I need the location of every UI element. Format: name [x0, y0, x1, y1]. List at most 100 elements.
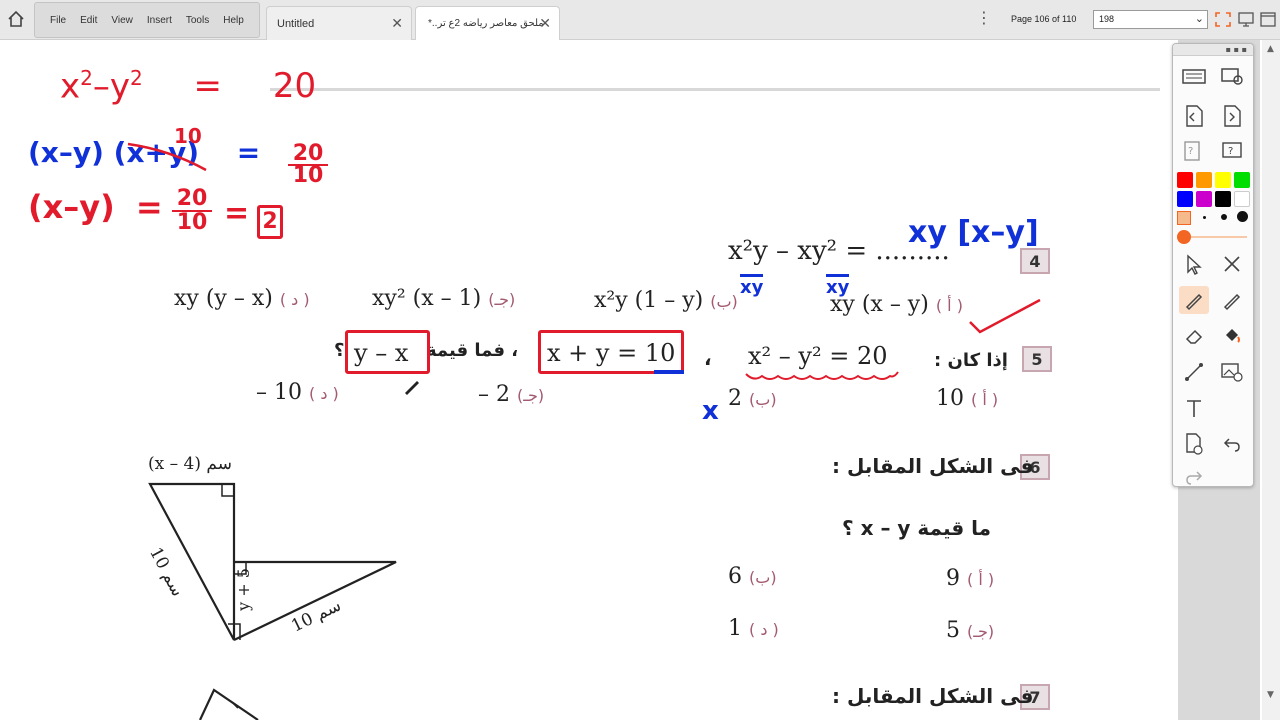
text-tool[interactable]: [1179, 394, 1209, 422]
home-icon[interactable]: [6, 9, 26, 29]
fill-tool[interactable]: [1217, 322, 1247, 350]
hw-denominator: 10: [172, 210, 212, 234]
pen-size-large[interactable]: [1237, 211, 1248, 222]
option-value: x²y (1 – y): [594, 288, 704, 313]
checkmark-icon: [969, 298, 1041, 334]
svg-text:?: ?: [1228, 146, 1233, 157]
highlighter-icon: [1223, 293, 1241, 311]
screen-tool[interactable]: [1217, 62, 1247, 90]
prev-page-tool[interactable]: [1179, 102, 1209, 130]
option-value: 1: [728, 616, 742, 641]
q4-option-b[interactable]: x²y (1 – y) (ب): [594, 288, 738, 313]
hw-equals: =: [224, 196, 250, 231]
option-value: 6: [728, 564, 742, 589]
color-swatch-purple[interactable]: [1196, 191, 1212, 207]
q6-option-a[interactable]: 9 ( أ ): [946, 566, 994, 591]
option-value: xy² (x – 1): [372, 286, 482, 311]
fullscreen-icon[interactable]: [1214, 11, 1232, 28]
q5-option-c[interactable]: – 2 (جـ): [478, 382, 544, 407]
menu-edit[interactable]: Edit: [80, 15, 97, 26]
menu-bar: File Edit View Insert Tools Help: [34, 2, 260, 38]
hw-y: y: [109, 66, 130, 107]
close-tab-icon[interactable]: ✕: [391, 15, 403, 32]
q6-option-c[interactable]: 5 (جـ): [946, 618, 994, 643]
color-swatch-white[interactable]: [1234, 191, 1250, 207]
hw-cancel-strike: [127, 142, 207, 172]
svg-text:?: ?: [1188, 146, 1193, 157]
color-swatch-yellow[interactable]: [1215, 172, 1231, 188]
q4-option-c[interactable]: xy² (x – 1) (جـ): [372, 286, 515, 311]
more-options-icon[interactable]: ⋮: [976, 10, 992, 26]
menu-file[interactable]: File: [50, 15, 66, 26]
pen-size-small[interactable]: [1203, 216, 1206, 219]
page-rule: [270, 88, 1160, 91]
color-swatch-green[interactable]: [1234, 172, 1250, 188]
hw-exp: 2: [80, 66, 93, 90]
zoom-value: 198: [1099, 14, 1115, 24]
q5-option-b[interactable]: 2 (ب): [728, 386, 777, 411]
document-next-icon: [1224, 105, 1241, 127]
pen-size-tiny[interactable]: [1177, 211, 1191, 225]
tab-title: *..ملحق معاصر رياضه 2ع تر: [428, 18, 544, 29]
pen-size-medium[interactable]: [1221, 214, 1227, 220]
scroll-up-icon[interactable]: ▲: [1267, 44, 1274, 54]
redo-tool[interactable]: [1179, 464, 1209, 492]
select-tool[interactable]: [1179, 250, 1209, 278]
document-clear-icon: [1186, 433, 1203, 455]
color-swatch-blue[interactable]: [1177, 191, 1193, 207]
zoom-select[interactable]: 198 ⌄: [1093, 10, 1208, 29]
clear-page-tool[interactable]: [1179, 430, 1209, 458]
document-page[interactable]: x2–y2 = 20 (x–y) (x+y) = 10 20 10 (x–y) …: [0, 40, 1280, 720]
q6-option-d[interactable]: 1 ( د ): [728, 616, 779, 641]
hw-q4-underline-1: xy: [740, 274, 764, 298]
close-tab-icon[interactable]: ✕: [539, 15, 551, 32]
q6-option-b[interactable]: 6 (ب): [728, 564, 777, 589]
menu-view[interactable]: View: [111, 15, 133, 26]
tab-active-document[interactable]: *..ملحق معاصر رياضه 2ع تر ✕: [415, 6, 560, 40]
question-number-4: 4: [1020, 248, 1050, 274]
color-swatch-red[interactable]: [1177, 172, 1193, 188]
text-icon: [1187, 400, 1201, 417]
tools-tool[interactable]: [1217, 250, 1247, 278]
line-tool[interactable]: [1179, 358, 1209, 386]
scroll-down-icon[interactable]: ▼: [1267, 690, 1274, 700]
undo-tool[interactable]: [1217, 430, 1247, 458]
next-page-tool[interactable]: [1217, 102, 1247, 130]
q4-option-a[interactable]: xy (x – y) ( أ ): [830, 292, 963, 317]
menu-tools[interactable]: Tools: [186, 15, 209, 26]
help-doc-tool[interactable]: ?: [1179, 138, 1209, 166]
undo-icon: [1223, 438, 1240, 452]
keyboard-icon: [1182, 69, 1206, 84]
q5-prefix: إذا كان :: [934, 350, 1008, 371]
help-chat-tool[interactable]: ?: [1217, 138, 1247, 166]
q4-option-d[interactable]: xy (y – x) ( د ): [174, 286, 310, 311]
hw-equals: =: [236, 136, 261, 169]
insert-image-tool[interactable]: [1217, 358, 1247, 386]
window-icon[interactable]: [1259, 11, 1277, 28]
cursor-arrow-icon: [1187, 254, 1202, 275]
tab-untitled[interactable]: Untitled ✕: [266, 6, 412, 40]
hw-rhs: 20: [272, 66, 317, 107]
q5-question-text: ، فما قيمة: [426, 340, 519, 361]
line-icon: [1185, 363, 1203, 381]
q6-text: فى الشكل المقابل :: [832, 454, 1034, 478]
menu-help[interactable]: Help: [223, 15, 244, 26]
menu-insert[interactable]: Insert: [147, 15, 172, 26]
option-letter: (ب): [749, 390, 777, 409]
highlighter-tool[interactable]: [1217, 286, 1247, 314]
color-swatch-orange[interactable]: [1196, 172, 1212, 188]
color-swatch-black[interactable]: [1215, 191, 1231, 207]
presentation-icon[interactable]: [1237, 11, 1255, 28]
q5-option-d[interactable]: – 10 ( د ): [256, 380, 339, 405]
image-add-icon: [1221, 363, 1243, 382]
option-value: 9: [946, 566, 960, 591]
q5-equation-2: x + y = 10: [538, 330, 684, 374]
eraser-tool[interactable]: [1179, 322, 1209, 350]
toolbox-header[interactable]: ▪ ▪ ▪: [1173, 44, 1253, 56]
pen-tool[interactable]: [1179, 286, 1209, 314]
option-letter: (جـ): [517, 386, 545, 405]
keyboard-tool[interactable]: [1179, 62, 1209, 90]
q5-option-a[interactable]: 10 ( أ ): [936, 386, 998, 411]
scrollbar[interactable]: ▲ ▼: [1262, 40, 1280, 720]
opacity-slider-handle[interactable]: [1177, 230, 1191, 244]
